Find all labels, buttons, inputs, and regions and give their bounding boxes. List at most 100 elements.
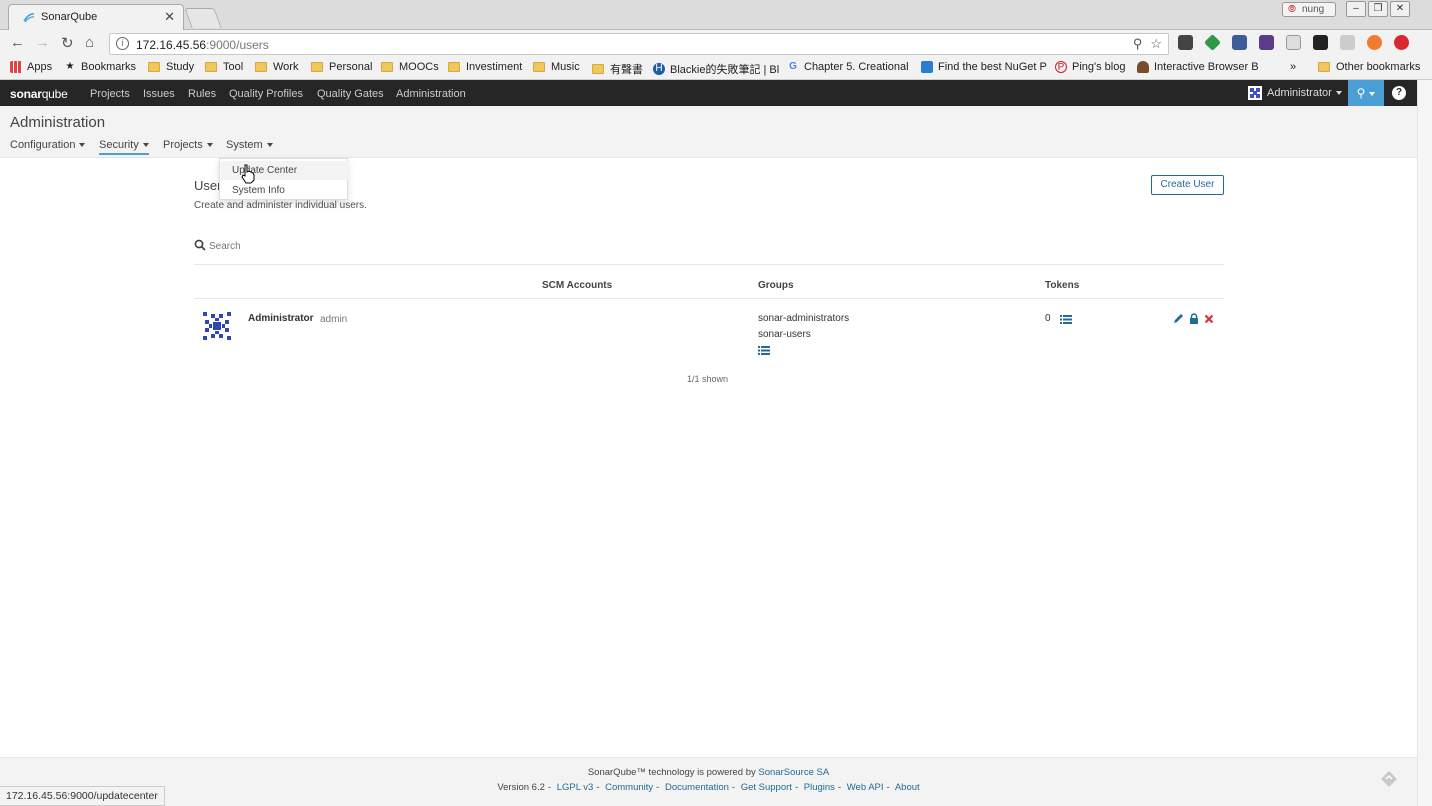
user-name: Administrator xyxy=(248,313,314,324)
close-window-icon[interactable]: ✕ xyxy=(1390,1,1410,17)
nav-quality-profiles[interactable]: Quality Profiles xyxy=(229,88,303,100)
bookmark-bookmarks[interactable]: ★ Bookmarks xyxy=(64,61,137,73)
nav-projects[interactable]: Projects xyxy=(90,88,130,100)
bookmark-personal[interactable]: Personal xyxy=(311,61,372,73)
menu-system[interactable]: System xyxy=(226,139,273,151)
terminal-extension-icon[interactable] xyxy=(1313,35,1328,50)
caret-down-icon xyxy=(1369,91,1376,96)
caret-down-icon xyxy=(266,143,273,148)
hand-cursor-icon xyxy=(241,164,255,184)
new-tab-button[interactable] xyxy=(184,8,222,28)
bookmark-nuget[interactable]: Find the best NuGet P xyxy=(921,61,1047,73)
page-footer: SonarQube™ technology is powered by Sona… xyxy=(0,757,1417,806)
bookmark-label: Blackie的失敗筆記 | Bl xyxy=(670,64,780,76)
green-extension-icon[interactable] xyxy=(1204,34,1221,51)
red-extension-icon[interactable] xyxy=(1394,35,1409,50)
caret-down-icon xyxy=(79,143,86,148)
bookmark-label: Ping's blog xyxy=(1072,61,1126,73)
bookmark-investiment[interactable]: Investiment xyxy=(448,61,522,73)
pencil-icon[interactable] xyxy=(1173,313,1184,324)
manage-tokens-list-icon[interactable] xyxy=(1060,315,1072,324)
bookmark-apps[interactable]: Apps xyxy=(10,61,52,73)
bookmark-other[interactable]: Other bookmarks xyxy=(1318,61,1420,73)
restore-icon[interactable]: ❐ xyxy=(1368,1,1388,17)
footer-link-web-api[interactable]: Web API xyxy=(847,782,884,793)
bookmark-work[interactable]: Work xyxy=(255,61,298,73)
admin-header: Administration Configuration Security Pr… xyxy=(0,106,1417,158)
lock-icon[interactable] xyxy=(1189,313,1199,324)
folder-icon xyxy=(1318,62,1330,72)
bookmark-label: MOOCs xyxy=(399,61,439,73)
menu-projects[interactable]: Projects xyxy=(163,139,213,151)
bookmark-tool[interactable]: Tool xyxy=(205,61,243,73)
orange-extension-icon[interactable] xyxy=(1367,35,1382,50)
bookmark-interactive-browser[interactable]: Interactive Browser B xyxy=(1137,61,1259,73)
browser-profile-badge[interactable]: ⦾ nung xyxy=(1282,2,1336,17)
sonarqube-logo[interactable]: sonarqube xyxy=(10,87,68,101)
site-h-icon: H xyxy=(653,63,665,75)
nav-administration[interactable]: Administration xyxy=(396,88,466,100)
bookmark-blackie[interactable]: H Blackie的失敗筆記 | Bl xyxy=(653,61,779,77)
profile-name: nung xyxy=(1302,4,1325,15)
bookmark-label: Investiment xyxy=(466,61,523,73)
footer-link-license[interactable]: LGPL v3 xyxy=(557,782,594,793)
footer-link-get-support[interactable]: Get Support xyxy=(741,782,792,793)
footer-link-sonarsource[interactable]: SonarSource SA xyxy=(758,767,829,778)
footer-link-about[interactable]: About xyxy=(895,782,920,793)
bookmark-star-icon[interactable]: ☆ xyxy=(1150,36,1162,52)
tokens-count: 0 xyxy=(1045,313,1051,324)
nav-issues[interactable]: Issues xyxy=(143,88,175,100)
omnibox-actions: ⚲ ☆ xyxy=(1133,36,1162,52)
folder-icon xyxy=(592,64,604,74)
url-path: :9000/users xyxy=(206,38,269,52)
nav-quality-gates[interactable]: Quality Gates xyxy=(317,88,384,100)
site-info-icon[interactable]: i xyxy=(116,37,129,50)
v-extension-icon[interactable] xyxy=(1232,35,1247,50)
search-input[interactable] xyxy=(209,237,809,255)
home-icon[interactable]: ⌂ xyxy=(85,34,94,51)
pocket-extension-icon[interactable] xyxy=(1178,35,1193,50)
menu-configuration[interactable]: Configuration xyxy=(10,139,86,151)
page-scrollbar[interactable] xyxy=(1417,80,1432,806)
system-dropdown: Update Center System Info xyxy=(219,158,348,200)
minimize-icon[interactable]: – xyxy=(1346,1,1366,17)
edit-groups-list-icon[interactable] xyxy=(758,346,770,355)
global-search-button[interactable]: ⚲ xyxy=(1348,80,1384,106)
nuget-icon xyxy=(921,61,933,73)
overlay-badge-icon xyxy=(1381,771,1397,787)
caret-down-icon xyxy=(1335,91,1342,95)
bookmark-chapter5[interactable]: G Chapter 5. Creational xyxy=(787,61,908,73)
delete-icon[interactable] xyxy=(1204,314,1214,324)
folder-icon xyxy=(533,62,545,72)
create-user-button[interactable]: Create User xyxy=(1151,175,1224,195)
bookmark-moocs[interactable]: MOOCs xyxy=(381,61,439,73)
bookmark-label: Music xyxy=(551,61,580,73)
reload-icon[interactable]: ↻ xyxy=(61,34,74,52)
nav-rules[interactable]: Rules xyxy=(188,88,216,100)
bookmark-music[interactable]: Music xyxy=(533,61,580,73)
purple-extension-icon[interactable] xyxy=(1259,35,1274,50)
reader-extension-icon[interactable] xyxy=(1340,35,1355,50)
help-icon[interactable]: ? xyxy=(1392,86,1406,100)
footer-link-documentation[interactable]: Documentation xyxy=(665,782,729,793)
copy-extension-icon[interactable] xyxy=(1286,35,1301,50)
footer-version: Version 6.2 xyxy=(497,782,545,793)
forward-arrow-icon[interactable]: → xyxy=(35,34,50,51)
bookmark-label: Work xyxy=(273,61,299,73)
back-arrow-icon[interactable]: ← xyxy=(10,34,25,51)
footer-link-community[interactable]: Community xyxy=(605,782,653,793)
browser-tab[interactable]: SonarQube ✕ xyxy=(8,4,184,30)
footer-link-plugins[interactable]: Plugins xyxy=(804,782,835,793)
bookmark-label: Bookmarks xyxy=(81,61,137,73)
bookmark-study[interactable]: Study xyxy=(148,61,194,73)
bookmarks-overflow[interactable]: » xyxy=(1290,61,1296,73)
bookmark-audiobooks[interactable]: 有聲書 xyxy=(592,61,643,77)
address-bar[interactable]: i 172.16.45.56:9000/users ⚲ ☆ xyxy=(109,33,1169,55)
menu-security[interactable]: Security xyxy=(99,139,149,155)
bookmark-pings-blog[interactable]: P Ping's blog xyxy=(1055,61,1125,73)
dropdown-system-info[interactable]: System Info xyxy=(232,185,285,196)
zoom-icon[interactable]: ⚲ xyxy=(1133,36,1143,52)
tab-close-icon[interactable]: ✕ xyxy=(164,9,175,25)
row-actions xyxy=(1173,313,1214,324)
user-menu[interactable]: Administrator xyxy=(1248,86,1342,100)
